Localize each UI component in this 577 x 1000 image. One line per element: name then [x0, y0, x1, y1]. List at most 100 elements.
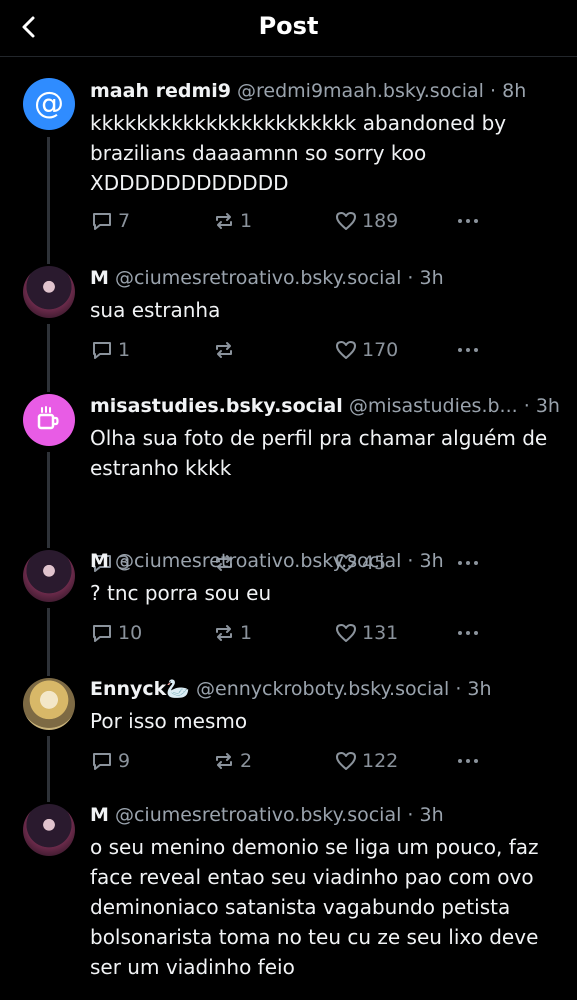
avatar-at-icon[interactable]: @: [23, 78, 75, 130]
like-button[interactable]: 122: [334, 746, 398, 776]
thread-line: [47, 137, 50, 262]
like-count: 131: [362, 622, 399, 644]
post[interactable]: M @ciumesretroativo.bsky.social · 3h sua…: [0, 262, 577, 390]
thread-line: [47, 324, 50, 390]
post-text: kkkkkkkkkkkkkkkkkkkkkkk abandoned by bra…: [90, 111, 507, 195]
post-time: 3h: [419, 267, 444, 289]
heart-icon: [336, 752, 356, 770]
repost-icon: [216, 213, 232, 229]
thread-line: [47, 668, 50, 676]
reply-button[interactable]: 10: [90, 618, 142, 648]
repost-button[interactable]: 2: [212, 746, 252, 776]
author-handle[interactable]: @redmi9maah.bsky.social: [237, 80, 484, 102]
reply-button[interactable]: 7: [90, 206, 130, 236]
author-name[interactable]: M: [90, 550, 109, 572]
like-count: 122: [362, 750, 399, 772]
author-handle[interactable]: @ciumesretroativo.bsky.social: [115, 804, 401, 826]
reply-count: 10: [118, 622, 143, 644]
post-time: 3h: [467, 678, 492, 700]
more-options-button[interactable]: [456, 206, 484, 236]
heart-icon: [336, 624, 356, 642]
repost-button[interactable]: 1: [212, 618, 252, 648]
author-name[interactable]: M: [90, 804, 109, 826]
post-text: o seu menino demonio se liga um pouco, f…: [90, 835, 539, 979]
author-name[interactable]: M: [90, 267, 109, 289]
top-bar: Post: [0, 0, 577, 57]
ellipsis-icon: [458, 348, 478, 352]
reply-count: 1: [118, 339, 131, 361]
post[interactable]: Ennyck🦢 @ennyckroboty.bsky.social · 3h P…: [0, 668, 577, 796]
reply-icon: [93, 342, 111, 359]
post[interactable]: misastudies.bsky.social @misastudies.b..…: [0, 390, 577, 574]
author-name[interactable]: maah redmi9: [90, 80, 231, 102]
reply-count: 9: [118, 750, 131, 772]
repost-button[interactable]: 1: [212, 206, 252, 236]
post[interactable]: M @ciumesretroativo.bsky.social · 3h ? t…: [0, 540, 577, 668]
like-count: 170: [362, 339, 399, 361]
more-options-button[interactable]: [456, 618, 484, 648]
meta-separator: ·: [407, 550, 414, 572]
like-button[interactable]: 131: [334, 618, 398, 648]
heart-icon: [336, 341, 356, 359]
reply-count: 7: [118, 210, 131, 232]
repost-icon: [216, 625, 232, 641]
at-icon: @: [34, 86, 64, 121]
avatar-photo[interactable]: [23, 550, 75, 602]
thread-line: [47, 452, 50, 540]
thread-line: [47, 796, 50, 802]
like-count: 189: [362, 210, 399, 232]
meta-separator: ·: [407, 804, 414, 826]
meta-separator: ·: [455, 678, 462, 700]
thread-line: [47, 390, 50, 392]
repost-icon: [216, 753, 232, 769]
ellipsis-icon: [458, 759, 478, 763]
post[interactable]: @ maah redmi9 @redmi9maah.bsky.social · …: [0, 57, 577, 262]
post-time: 3h: [419, 550, 444, 572]
thread-line: [47, 608, 50, 668]
mug-icon: [37, 406, 59, 430]
avatar-mug-icon[interactable]: [23, 394, 75, 446]
author-handle[interactable]: @misastudies.b...: [349, 395, 518, 417]
thread-line: [47, 540, 50, 548]
page-title: Post: [258, 12, 319, 40]
reply-icon: [93, 213, 111, 230]
post-text: Por isso mesmo: [90, 709, 248, 733]
meta-separator: ·: [490, 80, 497, 102]
author-handle[interactable]: @ennyckroboty.bsky.social: [196, 678, 449, 700]
avatar-photo[interactable]: [23, 266, 75, 318]
more-options-button[interactable]: [456, 335, 484, 365]
reply-icon: [93, 753, 111, 770]
author-handle[interactable]: @ciumesretroativo.bsky.social: [115, 550, 401, 572]
reply-button[interactable]: 1: [90, 335, 130, 365]
repost-count: 2: [240, 750, 253, 772]
post-text: Olha sua foto de perfil pra chamar algué…: [90, 426, 548, 480]
more-options-button[interactable]: [456, 746, 484, 776]
thread-line: [47, 736, 50, 796]
meta-separator: ·: [523, 395, 530, 417]
thread-line: [47, 262, 50, 264]
like-button[interactable]: 189: [334, 206, 398, 236]
like-button[interactable]: 170: [334, 335, 398, 365]
reply-icon: [93, 625, 111, 642]
post-time: 8h: [502, 80, 527, 102]
repost-count: 1: [240, 622, 253, 644]
post-time: 3h: [535, 395, 560, 417]
post-time: 3h: [419, 804, 444, 826]
ellipsis-icon: [458, 219, 478, 223]
author-name[interactable]: Ennyck🦢: [90, 678, 190, 700]
reply-button[interactable]: 9: [90, 746, 130, 776]
svg-text:@: @: [34, 86, 64, 121]
repost-count: 1: [240, 210, 253, 232]
meta-separator: ·: [407, 267, 414, 289]
author-handle[interactable]: @ciumesretroativo.bsky.social: [115, 267, 401, 289]
post-text: ? tnc porra sou eu: [90, 581, 272, 605]
post[interactable]: M @ciumesretroativo.bsky.social · 3h o s…: [0, 796, 577, 1000]
post-text: sua estranha: [90, 298, 221, 322]
avatar-photo[interactable]: [23, 678, 75, 730]
avatar-photo[interactable]: [23, 804, 75, 856]
repost-button[interactable]: [212, 335, 240, 365]
heart-icon: [336, 212, 356, 230]
repost-icon: [216, 342, 232, 358]
author-name[interactable]: misastudies.bsky.social: [90, 395, 343, 417]
ellipsis-icon: [458, 631, 478, 635]
